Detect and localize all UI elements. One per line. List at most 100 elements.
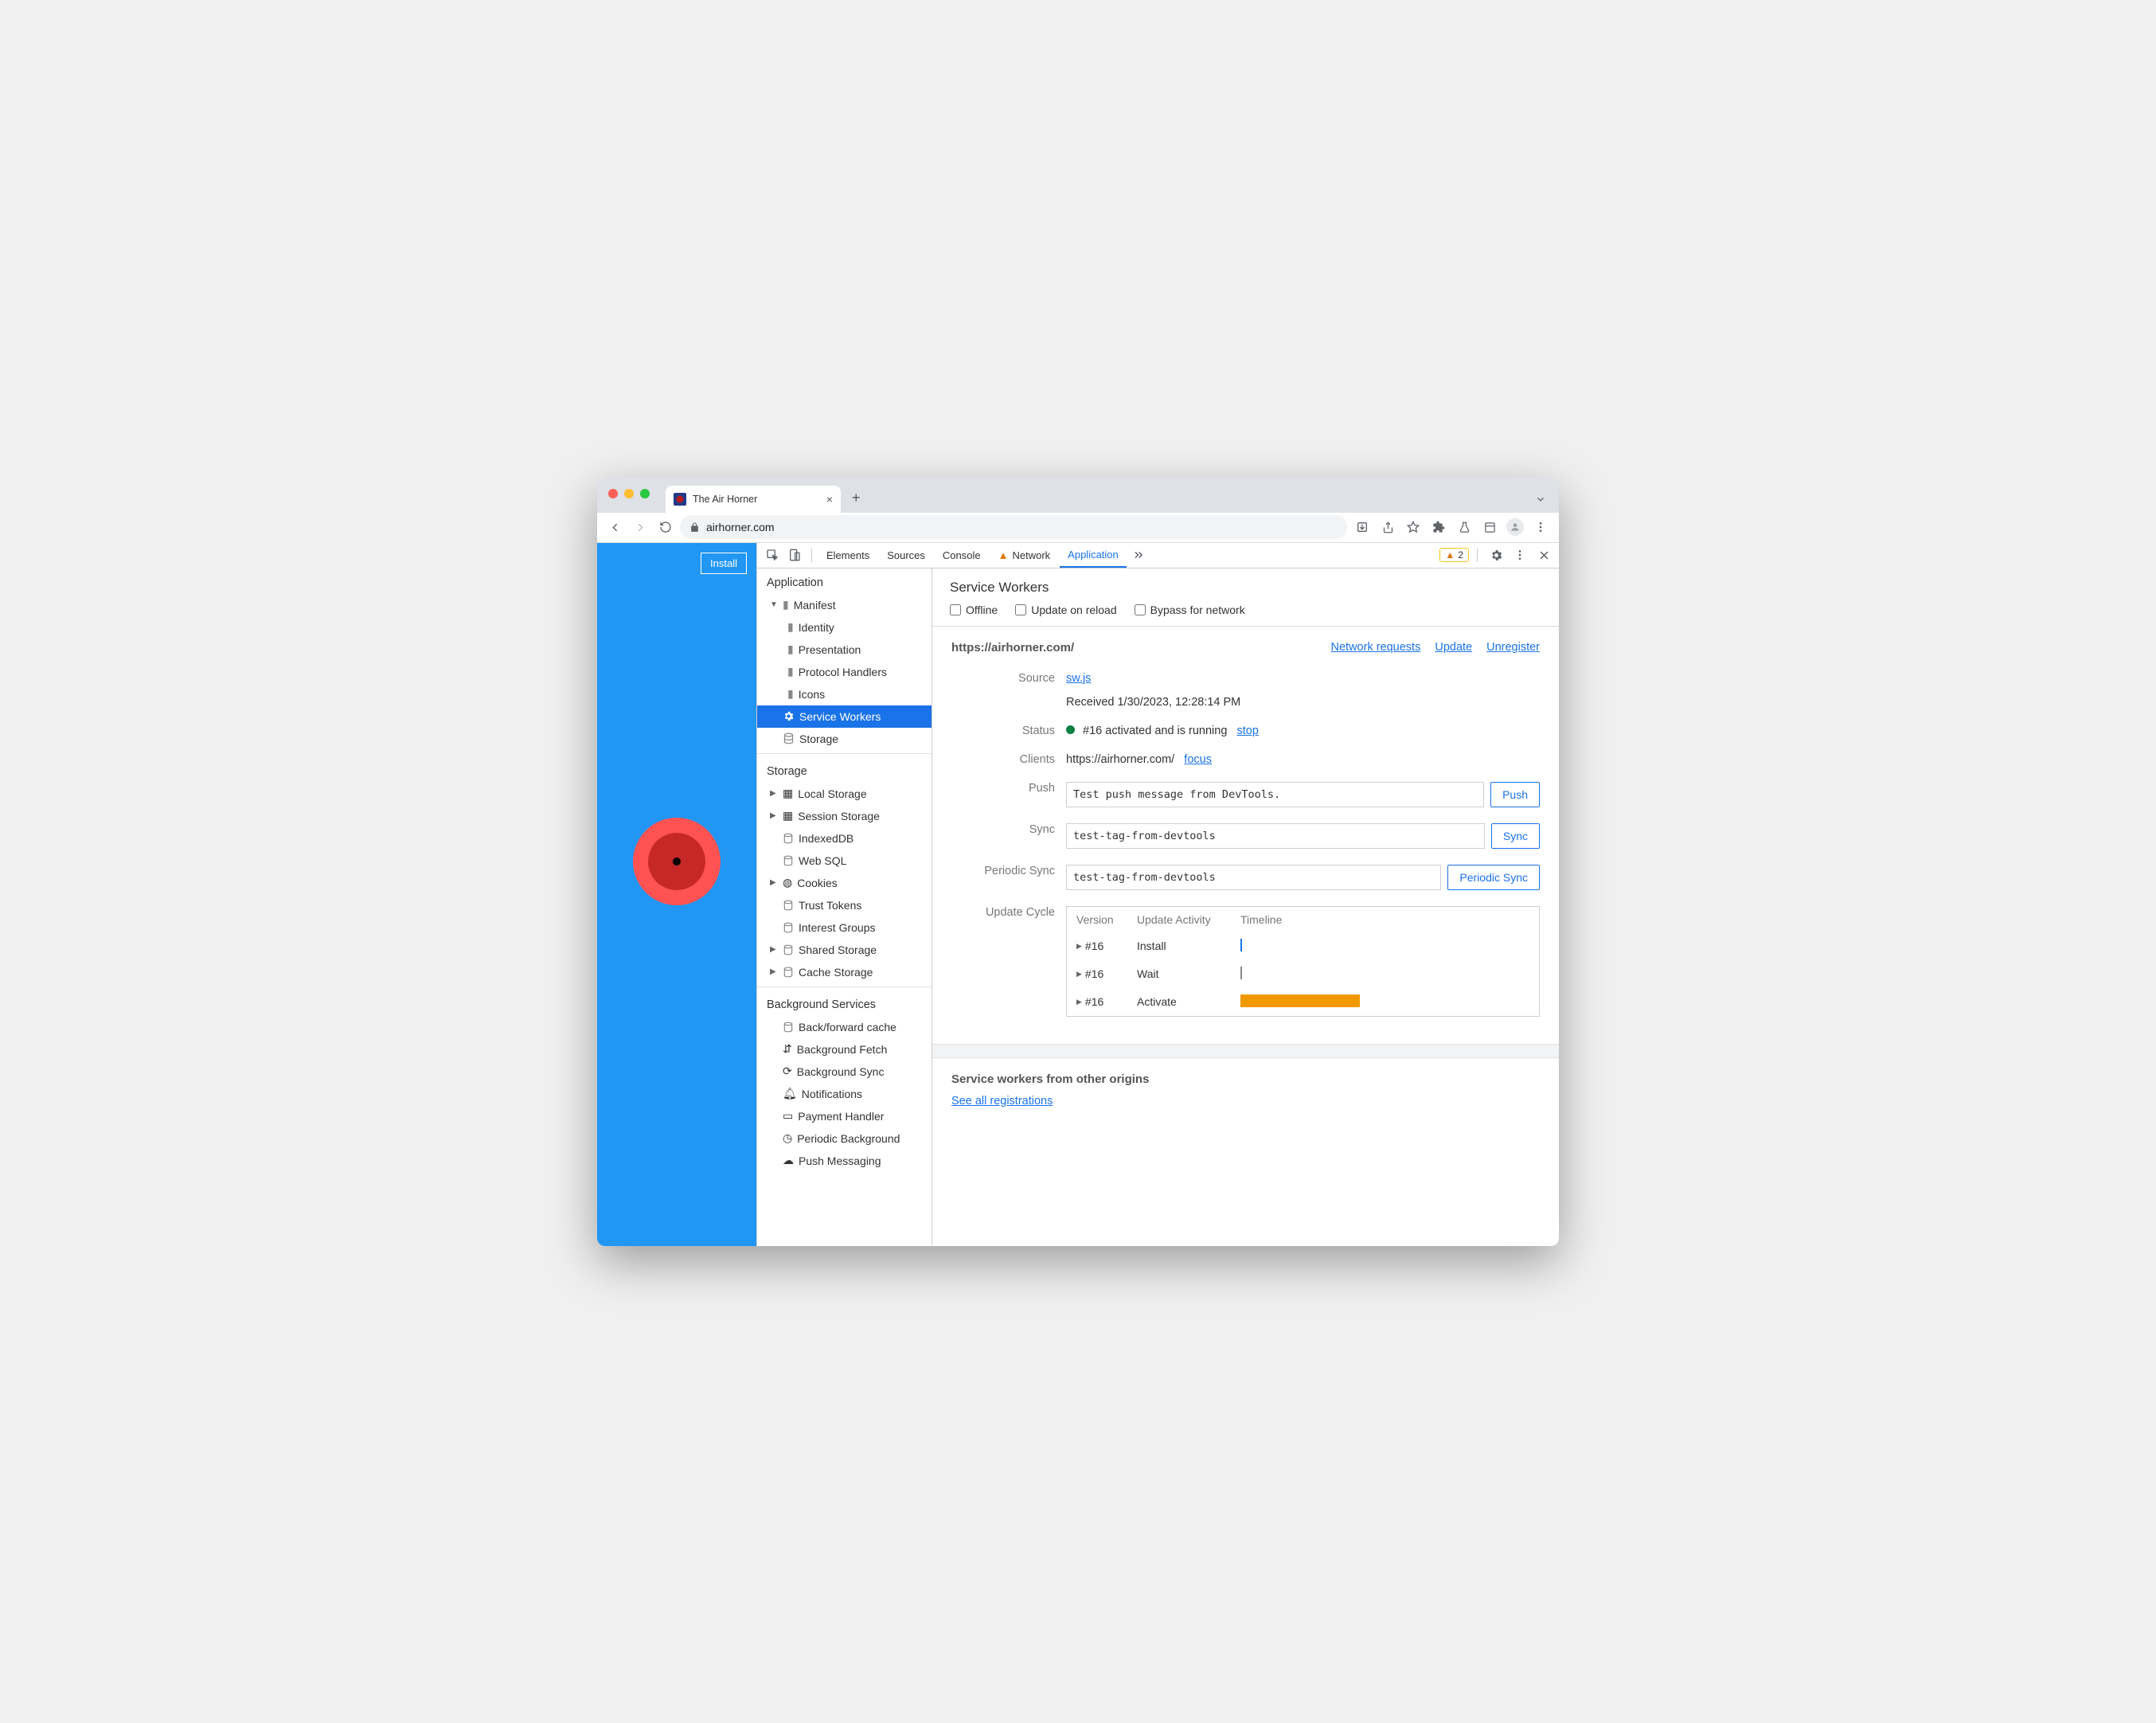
database-icon [783,900,794,911]
file-icon: ▮ [787,687,794,701]
cookie-icon: ◍ [783,876,792,889]
unregister-link[interactable]: Unregister [1486,641,1540,654]
labs-icon[interactable] [1452,515,1476,539]
url-text: airhorner.com [706,521,775,533]
sidebar-item-interest-groups[interactable]: Interest Groups [757,916,932,939]
sidebar-item-icons[interactable]: ▮Icons [757,683,932,705]
file-icon: ▮ [783,598,789,611]
extensions-icon[interactable] [1427,515,1451,539]
forward-button[interactable] [629,516,651,538]
other-origins-title: Service workers from other origins [951,1072,1540,1086]
tab-title: The Air Horner [693,494,757,505]
sw-scope-url: https://airhorner.com/ [951,641,1074,654]
database-icon [783,855,794,866]
sidebar-item-cookies[interactable]: ▶◍Cookies [757,872,932,894]
maximize-window-button[interactable] [640,489,650,498]
sidebar-item-local-storage[interactable]: ▶▦Local Storage [757,783,932,805]
focus-link[interactable]: focus [1184,753,1212,766]
tab-network[interactable]: ▲ Network [990,543,1059,568]
kebab-menu-icon[interactable] [1510,545,1530,565]
file-icon: ▮ [787,643,794,656]
devtools-toolbar: Elements Sources Console ▲ Network Appli… [757,543,1559,568]
received-text: Received 1/30/2023, 12:28:14 PM [1066,696,1540,709]
periodic-sync-label: Periodic Sync [951,865,1055,877]
bookmark-icon[interactable] [1401,515,1425,539]
sidebar-item-session-storage[interactable]: ▶▦Session Storage [757,805,932,827]
more-tabs-icon[interactable] [1128,545,1149,565]
profile-avatar[interactable] [1503,515,1527,539]
database-icon [783,833,794,844]
close-devtools-icon[interactable] [1533,545,1554,565]
sidebar-item-push-messaging[interactable]: ☁Push Messaging [757,1150,932,1172]
tab-application[interactable]: Application [1060,543,1127,568]
cloud-icon: ☁ [783,1154,794,1167]
tab-elements[interactable]: Elements [818,543,877,568]
url-input[interactable]: airhorner.com [680,515,1347,539]
sidebar-item-identity[interactable]: ▮Identity [757,616,932,639]
tab-network-label: Network [1012,549,1050,561]
menu-icon[interactable] [1529,515,1553,539]
sidebar-item-storage[interactable]: Storage [757,728,932,750]
stop-link[interactable]: stop [1237,725,1259,737]
warning-badge[interactable]: ▲ 2 [1439,548,1469,562]
network-requests-link[interactable]: Network requests [1331,641,1421,654]
status-text: #16 activated and is running [1083,725,1227,737]
new-tab-button[interactable]: + [847,490,865,506]
update-on-reload-checkbox[interactable]: Update on reload [1015,604,1116,616]
sidebar-item-service-workers[interactable]: Service Workers [757,705,932,728]
uc-row-install[interactable]: ▶#16 Install [1067,932,1539,960]
sidebar-section-storage: Storage [757,757,932,783]
source-file-link[interactable]: sw.js [1066,672,1091,685]
update-link[interactable]: Update [1435,641,1472,654]
grid-icon: ▦ [783,787,793,800]
status-label: Status [951,725,1055,737]
minimize-window-button[interactable] [624,489,634,498]
warning-icon: ▲ [998,549,1009,561]
close-window-button[interactable] [608,489,618,498]
sidebar-item-periodic-bg[interactable]: ◷Periodic Background [757,1127,932,1150]
close-tab-button[interactable]: × [826,493,833,506]
sidebar-item-web-sql[interactable]: Web SQL [757,850,932,872]
reload-button[interactable] [654,516,677,538]
sidebar-item-notifications[interactable]: 🔔︎Notifications [757,1083,932,1105]
grid-icon: ▦ [783,809,793,822]
sidebar-item-indexeddb[interactable]: IndexedDB [757,827,932,850]
offline-checkbox[interactable]: Offline [950,604,998,616]
tab-sources[interactable]: Sources [879,543,933,568]
share-icon[interactable] [1376,515,1400,539]
sidebar-item-background-fetch[interactable]: ⇵Background Fetch [757,1038,932,1061]
sidebar-item-trust-tokens[interactable]: Trust Tokens [757,894,932,916]
sync-icon: ⟳ [783,1065,792,1078]
periodic-sync-button[interactable]: Periodic Sync [1447,865,1540,890]
sync-button[interactable]: Sync [1491,823,1540,849]
push-input[interactable] [1066,782,1484,807]
device-toggle-icon[interactable] [784,545,805,565]
install-app-icon[interactable] [1350,515,1374,539]
sidebar-item-cache-storage[interactable]: ▶Cache Storage [757,961,932,983]
sidebar-item-manifest[interactable]: ▼▮Manifest [757,594,932,616]
tab-console[interactable]: Console [935,543,989,568]
browser-tab[interactable]: The Air Horner × [666,486,841,513]
sidebar-item-shared-storage[interactable]: ▶Shared Storage [757,939,932,961]
tab-overflow-button[interactable] [1535,494,1546,505]
periodic-sync-input[interactable] [1066,865,1441,890]
sidebar-item-presentation[interactable]: ▮Presentation [757,639,932,661]
inspect-element-icon[interactable] [762,545,783,565]
sidebar-item-payment-handler[interactable]: ▭Payment Handler [757,1105,932,1127]
sync-input[interactable] [1066,823,1485,849]
push-button[interactable]: Push [1490,782,1540,807]
settings-icon[interactable] [1486,545,1506,565]
uc-row-wait[interactable]: ▶#16 Wait [1067,960,1539,988]
sidebar-item-protocol-handlers[interactable]: ▮Protocol Handlers [757,661,932,683]
see-all-registrations-link[interactable]: See all registrations [951,1095,1053,1108]
bypass-network-checkbox[interactable]: Bypass for network [1135,604,1245,616]
downloads-icon[interactable] [1478,515,1502,539]
transfer-icon: ⇵ [783,1042,792,1056]
airhorn-button[interactable] [633,818,721,905]
sidebar-item-back-forward-cache[interactable]: Back/forward cache [757,1016,932,1038]
install-button[interactable]: Install [701,553,747,574]
sidebar-item-background-sync[interactable]: ⟳Background Sync [757,1061,932,1083]
back-button[interactable] [603,516,626,538]
uc-row-activate[interactable]: ▶#16 Activate [1067,988,1539,1016]
tab-strip: The Air Horner × + [597,478,1559,513]
